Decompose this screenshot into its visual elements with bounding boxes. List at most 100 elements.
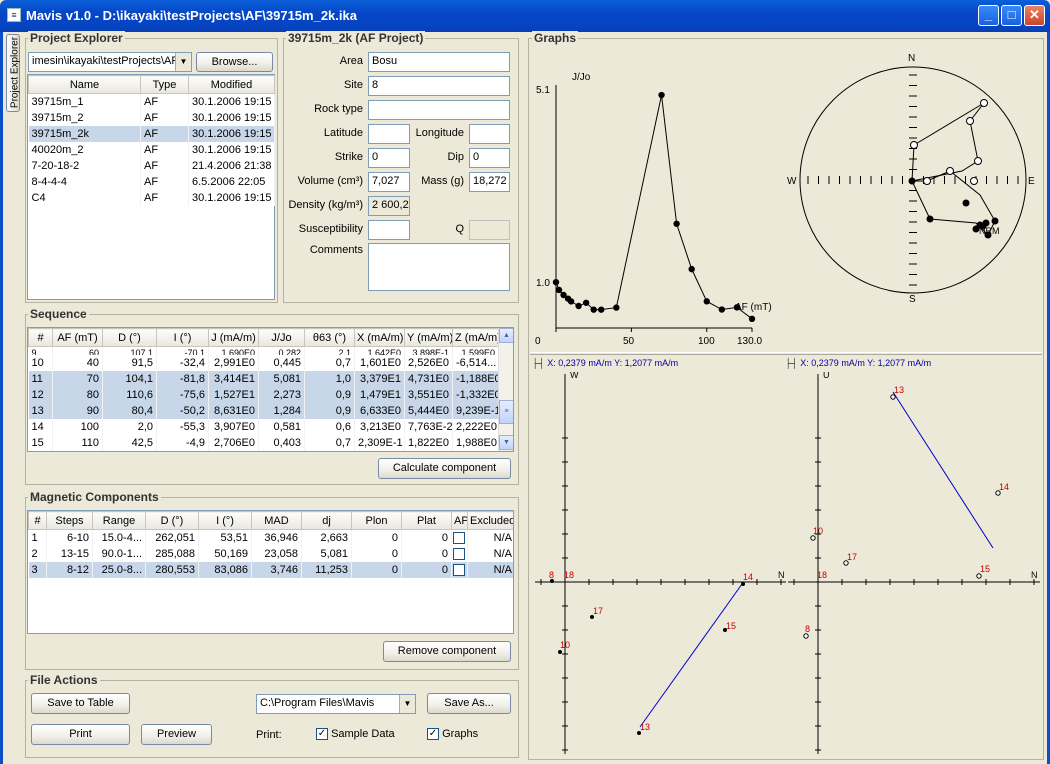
sequence-row[interactable]: 11 70 104,1 -81,8 3,414E1 5,081 1,0 3,379E1 4,73… (28, 370, 499, 387)
sequence-scrollbar[interactable]: ▲ ≡ ▼ (498, 328, 513, 451)
sequence-row[interactable]: 10 40 91,5 -32,4 2,991E0 0,445 0,7 1,601E0 2,526… (28, 354, 499, 371)
sequence-cell: 70 (52, 370, 103, 387)
mass-field[interactable]: 18,272 (469, 172, 510, 192)
column-header[interactable]: Excluded (467, 511, 513, 530)
file-row[interactable]: C4 AF 30.1.2006 19:15 (28, 189, 275, 206)
column-header[interactable]: J/Jo (258, 328, 305, 347)
graphs-checkbox[interactable]: ✓ Graphs (427, 728, 478, 741)
column-header[interactable]: Type (140, 75, 189, 94)
column-header[interactable]: Y (mA/m) (404, 328, 453, 347)
sequence-row[interactable]: 12 80 110,6 -75,6 1,527E1 2,273 0,9 1,479E1 3,55… (28, 386, 499, 403)
project-path-combo[interactable]: imesin\ikayaki\testProjects\AF ▼ (28, 52, 192, 72)
component-row[interactable]: 1 6-10 15.0-4... 262,051 53,51 36,946 2,663 0 0 N… (28, 529, 513, 546)
browse-button[interactable]: Browse... (196, 52, 273, 72)
sequence-row[interactable]: 14 100 2,0 -55,3 3,907E0 0,581 0,6 3,213E0 7,763… (28, 418, 499, 435)
latitude-field[interactable] (368, 124, 410, 144)
project-explorer-side-tab[interactable]: Project Explorer (6, 34, 21, 112)
decay-point (582, 299, 590, 306)
component-row[interactable]: 3 8-12 25.0-8... 280,553 83,086 3,746 11,253 0 0… (28, 561, 513, 578)
zij2-n: N (1031, 570, 1038, 580)
chevron-down-icon[interactable]: ▼ (175, 53, 191, 71)
column-header[interactable]: D (°) (145, 511, 199, 530)
sample-data-checkbox[interactable]: ✓ Sample Data (316, 728, 395, 741)
calculate-component-button[interactable]: Calculate component (378, 458, 511, 479)
file-row[interactable]: 8-4-4-4 AF 6.5.2006 22:05 (28, 173, 275, 190)
column-header[interactable]: D (°) (102, 328, 157, 347)
chevron-down-icon[interactable]: ▼ (399, 695, 415, 713)
dip-field[interactable]: 0 (469, 148, 510, 168)
longitude-field[interactable] (469, 124, 510, 144)
column-header[interactable]: # (28, 328, 53, 347)
column-header[interactable]: AP (451, 511, 468, 530)
file-cell: 30.1.2006 19:15 (188, 189, 275, 206)
file-cell: 6.5.2006 22:05 (188, 173, 275, 190)
sequence-row[interactable]: 15 110 42,5 -4,9 2,706E0 0,403 0,7 2,309E-1 1,82… (28, 434, 499, 451)
column-header[interactable]: Plat (401, 511, 452, 530)
column-header[interactable]: dj (301, 511, 352, 530)
ap-checkbox-cell[interactable] (451, 545, 468, 562)
ap-checkbox[interactable] (453, 563, 465, 576)
ap-checkbox[interactable] (453, 531, 465, 544)
ap-checkbox-cell[interactable] (451, 529, 468, 546)
file-row[interactable]: 39715m_2 AF 30.1.2006 19:15 (28, 109, 275, 126)
maximize-button[interactable]: □ (1001, 5, 1022, 26)
column-header[interactable]: Steps (46, 511, 93, 530)
file-row[interactable]: 39715m_1 AF 30.1.2006 19:15 (28, 93, 275, 110)
strike-label: Strike (334, 151, 363, 163)
scroll-up-icon[interactable]: ▲ (499, 328, 513, 343)
susceptibility-field[interactable] (368, 220, 410, 240)
column-header[interactable]: # (28, 511, 47, 530)
column-header[interactable]: X (mA/m) (354, 328, 405, 347)
file-cell: 30.1.2006 19:15 (188, 141, 275, 158)
column-header[interactable]: I (°) (198, 511, 252, 530)
susceptibility-label: Susceptibility (298, 223, 363, 235)
area-field[interactable]: Bosu (368, 52, 510, 72)
preview-button[interactable]: Preview (141, 724, 212, 745)
ap-checkbox-cell[interactable] (451, 561, 468, 578)
component-row[interactable]: 2 13-15 90.0-1... 285,088 50,169 23,058 5,081 0… (28, 545, 513, 562)
column-header[interactable]: I (°) (156, 328, 209, 347)
column-header[interactable]: Range (92, 511, 146, 530)
print-button[interactable]: Print (31, 724, 130, 745)
column-header[interactable]: Modified (188, 75, 275, 94)
minimize-button[interactable]: _ (978, 5, 999, 26)
file-actions-title: File Actions (28, 673, 100, 687)
column-header[interactable]: MAD (251, 511, 302, 530)
column-header[interactable]: θ63 (°) (304, 328, 355, 347)
remove-component-button[interactable]: Remove component (383, 641, 511, 662)
sequence-cell: 80,4 (102, 402, 157, 419)
rock-type-field[interactable] (368, 100, 510, 120)
column-header[interactable]: J (mA/m) (208, 328, 259, 347)
strike-field[interactable]: 0 (368, 148, 410, 168)
component-cell: 3 (28, 561, 47, 578)
upper-graphs: J/Jo 5.1 1.0 AF (mT) 0 50 100 130.0 N S … (535, 53, 1035, 347)
q-field (469, 220, 510, 240)
file-row[interactable]: 40020m_2 AF 30.1.2006 19:15 (28, 141, 275, 158)
column-header[interactable]: Z (mA/m) (452, 328, 499, 347)
close-button[interactable]: ✕ (1024, 5, 1045, 26)
save-directory-combo[interactable]: C:\Program Files\Mavis ▼ (256, 694, 416, 714)
column-header[interactable]: Plon (351, 511, 402, 530)
sequence-row[interactable]: 13 90 80,4 -50,2 8,631E0 1,284 0,9 6,633E0 5,444… (28, 402, 499, 419)
comments-field[interactable] (368, 243, 510, 291)
scroll-thumb[interactable]: ≡ (499, 400, 513, 424)
svg-text:15: 15 (726, 621, 736, 631)
site-field[interactable]: 8 (368, 76, 510, 96)
graphs-title: Graphs (532, 31, 579, 45)
scroll-down-icon[interactable]: ▼ (499, 435, 513, 450)
project-info-title: 39715m_2k (AF Project) (286, 31, 426, 45)
column-header[interactable]: AF (mT) (52, 328, 103, 347)
file-row[interactable]: 7-20-18-2 AF 21.4.2006 21:38 (28, 157, 275, 174)
volume-field[interactable]: 7,027 (368, 172, 410, 192)
file-row[interactable]: 39715m_2k AF 30.1.2006 19:15 (28, 125, 275, 142)
project-explorer-title: Project Explorer (28, 31, 125, 45)
column-header[interactable]: Name (28, 75, 141, 94)
ap-checkbox[interactable] (453, 547, 465, 560)
zij1-n: N (778, 570, 785, 580)
graphs-split-divider[interactable] (530, 352, 1042, 355)
file-cell: AF (140, 157, 189, 174)
zij2-fit-line (892, 391, 994, 549)
stereo-s: S (909, 294, 916, 305)
save-as-button[interactable]: Save As... (427, 693, 511, 714)
save-to-table-button[interactable]: Save to Table (31, 693, 130, 714)
